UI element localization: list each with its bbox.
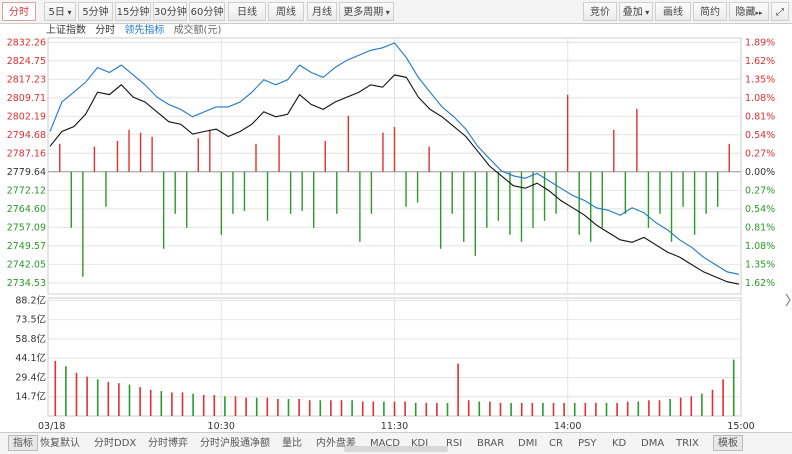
indicator-tab-10[interactable]: BRAR [477,436,504,452]
y-tick-left: 2734.53 [7,278,46,289]
x-tick: 03/18 [38,421,65,432]
vol-y-tick: 73.5亿 [15,314,46,326]
y-tick-left: 2772.12 [7,185,46,196]
y-tick-right: 1.35% [745,74,775,85]
y-tick-right: 0.27% [745,185,775,196]
period-button-7[interactable]: 周线 [268,2,304,21]
period-button-4[interactable]: 30分钟 [153,2,187,21]
y-tick-right: 0.54% [745,204,775,215]
vol-y-tick: 58.8亿 [15,333,46,345]
indicator-tab-3[interactable]: 分时博弈 [148,436,188,452]
indicator-tab-5[interactable]: 量比 [282,436,302,452]
caret-down-icon: ▾ [64,8,72,17]
y-tick-left: 2809.71 [7,93,46,104]
right-scroll-arrow-icon[interactable] [785,293,791,307]
y-tick-left: 2787.16 [7,148,46,159]
x-tick: 15:00 [727,421,754,432]
period-button-9[interactable]: 更多周期 ▾ [339,2,394,21]
y-tick-left: 2824.75 [7,56,46,67]
period-button-3[interactable]: 15分钟 [115,2,151,21]
tool-button-2[interactable]: 画线 [655,2,691,21]
scroll-handle[interactable] [344,446,448,452]
indicator-tab-9[interactable]: RSI [446,436,462,452]
tool-button-4[interactable]: 隐藏▸▸ [729,2,769,21]
indicator-tab-1[interactable]: 恢复默认 [40,436,80,452]
period-toolbar: 分时 5日 ▾ 5分钟 15分钟 30分钟 60分钟 日线 周线 月线 更多周期 ▾ 竞价 叠加 ▾… [0,0,792,24]
y-tick-right: 1.62% [745,278,775,289]
y-tick-right: 0.27% [745,148,775,159]
y-tick-left: 2832.26 [7,37,46,48]
y-tick-right: 1.08% [745,93,775,104]
y-tick-right: 1.08% [745,241,775,252]
indicator-tab-16[interactable]: TRIX [676,436,699,452]
y-tick-left: 2749.57 [7,241,46,252]
tool-button-3[interactable]: 简约 [693,2,727,21]
indicator-tab-2[interactable]: 分时DDX [94,436,136,452]
intraday-chart[interactable]: 2832.26 1.89% 2824.75 1.62% 2817.23 1.35% 2809… [0,24,792,432]
period-button-5[interactable]: 60分钟 [189,2,225,21]
indicator-tab-12[interactable]: CR [549,436,563,452]
period-button-0[interactable]: 分时 [2,2,36,21]
indicator-tab-0[interactable]: 指标 [8,435,38,451]
x-tick: 10:30 [208,421,235,432]
tool-button-0[interactable]: 竞价 [583,2,617,21]
y-tick-left: 2764.60 [7,204,46,215]
x-tick: 14:00 [554,421,581,432]
caret-down-icon: ▾ [383,8,390,17]
y-tick-left: 2757.09 [7,222,46,233]
vol-y-tick: 14.7亿 [15,391,46,403]
y-tick-left: 2794.68 [7,130,46,141]
vol-y-tick: 44.1亿 [15,352,46,364]
indicator-tab-17[interactable]: 模板 [713,435,743,451]
period-button-8[interactable]: 月线 [307,2,337,21]
y-tick-left: 2779.64 [7,167,46,178]
y-tick-right: 1.62% [745,56,775,67]
y-tick-left: 2802.19 [7,111,46,122]
indicator-tab-11[interactable]: DMI [518,436,537,452]
x-tick: 11:30 [381,421,408,432]
indicator-tab-4[interactable]: 分时沪股通净额 [200,436,270,452]
y-tick-right: 0.81% [745,222,775,233]
period-button-2[interactable]: 5分钟 [78,2,113,21]
y-tick-right: 0.81% [745,111,775,122]
period-button-6[interactable]: 日线 [228,2,266,21]
indicator-tab-15[interactable]: DMA [641,436,664,452]
y-tick-right: 1.89% [745,37,775,48]
indicator-tab-13[interactable]: PSY [578,436,597,452]
vol-y-tick: 88.2亿 [15,294,46,306]
y-tick-right: 1.35% [745,259,775,270]
y-tick-right: 0.54% [745,130,775,141]
double-chevron-right-icon: ▸▸ [755,9,763,17]
y-tick-left: 2742.05 [7,259,46,270]
vol-y-tick: 29.4亿 [15,371,46,383]
tool-button-1[interactable]: 叠加 ▾ [619,2,653,21]
period-button-1[interactable]: 5日 ▾ [44,2,76,21]
expand-icon[interactable]: ⤢ [771,2,789,21]
y-tick-right: 0.00% [745,167,775,178]
y-tick-left: 2817.23 [7,74,46,85]
caret-down-icon: ▾ [642,8,650,17]
indicator-tab-14[interactable]: KD [612,436,626,452]
